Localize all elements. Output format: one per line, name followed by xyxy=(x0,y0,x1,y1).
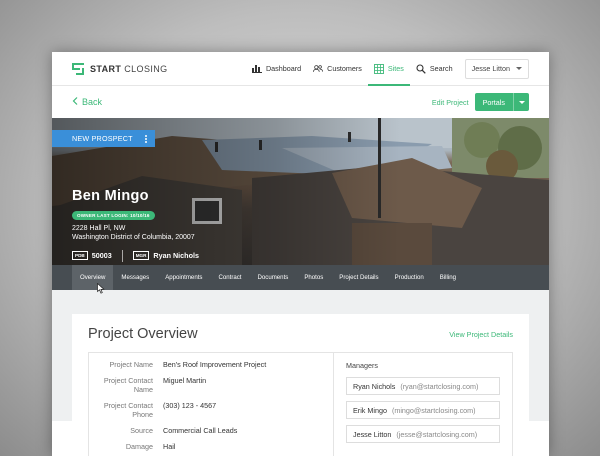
manager-name: Jesse Litton xyxy=(353,429,392,439)
mgr-value: Ryan Nichols xyxy=(153,251,199,260)
nav-sites-label: Sites xyxy=(387,64,404,73)
nav-sites[interactable]: Sites xyxy=(367,52,410,86)
tab-overview[interactable]: Overview xyxy=(72,265,114,290)
logo-text: START CLOSING xyxy=(90,63,168,74)
logo[interactable]: START CLOSING xyxy=(72,62,168,75)
tab-production[interactable]: Production xyxy=(387,265,432,290)
nav-customers-label: Customers xyxy=(327,64,362,73)
nav-dashboard-label: Dashboard xyxy=(265,64,302,73)
manager-email: (mingo@startclosing.com) xyxy=(391,405,476,415)
card-header: Project Overview View Project Details xyxy=(88,326,513,342)
hero-meta: PDB 50003 MGR Ryan Nichols xyxy=(72,249,199,262)
field-value: Miguel Martin xyxy=(163,376,207,385)
nav-search[interactable]: Search xyxy=(410,52,459,86)
top-nav: START CLOSING Dashboard Customers Sites xyxy=(52,52,549,86)
logo-icon xyxy=(72,62,84,75)
field-label: Project Contact Phone xyxy=(103,401,153,419)
tab-appointments[interactable]: Appointments xyxy=(157,265,210,290)
last-login-badge: OWNER LAST LOGIN: 10/10/16 xyxy=(72,211,155,220)
pdb-tag: PDB xyxy=(72,251,88,260)
managers-title: Managers xyxy=(346,361,378,370)
customer-address: 2228 Hall Pl, NW Washington District of … xyxy=(72,225,199,243)
app-window: START CLOSING Dashboard Customers Sites xyxy=(52,52,549,456)
edit-project-link[interactable]: Edit Project xyxy=(432,98,469,107)
mgr-tag: MGR xyxy=(132,251,150,260)
field-row: Project Name Ben's Roof Improvement Proj… xyxy=(89,360,333,369)
field-label: Damage xyxy=(125,442,153,451)
overview-grid: Project Name Ben's Roof Improvement Proj… xyxy=(88,352,513,456)
field-row: Source Commercial Call Leads xyxy=(89,426,333,435)
field-value: Hail xyxy=(163,442,176,451)
tab-documents[interactable]: Documents xyxy=(249,265,296,290)
tab-photos[interactable]: Photos xyxy=(296,265,331,290)
back-label: Back xyxy=(82,97,103,107)
project-fields: Project Name Ben's Roof Improvement Proj… xyxy=(89,353,333,456)
chevron-left-icon xyxy=(72,97,78,107)
field-value: (303) 123 - 4567 xyxy=(163,401,217,410)
tab-billing[interactable]: Billing xyxy=(432,265,464,290)
field-label: Source xyxy=(130,426,153,435)
project-overview-card: Project Overview View Project Details Pr… xyxy=(72,314,529,456)
field-row: Project Contact Name Miguel Martin xyxy=(89,376,333,394)
tab-project-details[interactable]: Project Details xyxy=(331,265,386,290)
chevron-down-icon xyxy=(516,67,522,70)
portals-button[interactable]: Portals xyxy=(474,93,529,111)
user-dropdown[interactable]: Jesse Litton xyxy=(464,58,529,79)
tab-messages[interactable]: Messages xyxy=(113,265,157,290)
manager-name: Erik Mingo xyxy=(353,405,387,415)
tab-contract[interactable]: Contract xyxy=(210,265,249,290)
pdb-value: 50003 xyxy=(91,251,112,260)
manager-item[interactable]: Erik Mingo (mingo@startclosing.com) xyxy=(346,401,500,419)
bar-chart-icon xyxy=(251,64,262,74)
manager-item[interactable]: Jesse Litton (jesse@startclosing.com) xyxy=(346,425,500,443)
customer-name: Ben Mingo xyxy=(72,188,149,204)
status-badge-label: NEW PROSPECT xyxy=(72,134,133,143)
address-line-1: 2228 Hall Pl, NW xyxy=(72,225,126,232)
manager-email: (ryan@startclosing.com) xyxy=(400,381,479,391)
main-nav: Dashboard Customers Sites Search Jesse L… xyxy=(246,52,529,86)
field-row: Project Contact Phone (303) 123 - 4567 xyxy=(89,401,333,419)
project-tabs: Overview Messages Appointments Contract … xyxy=(52,265,549,290)
field-label: Project Contact Name xyxy=(103,376,153,394)
grid-icon xyxy=(373,63,384,74)
customer-info: Ben Mingo OWNER LAST LOGIN: 10/10/16 222… xyxy=(72,188,199,262)
page-title: Project Overview xyxy=(88,326,198,342)
field-label: Project Name xyxy=(109,360,153,369)
sub-actions: Edit Project Portals xyxy=(432,93,529,111)
back-link[interactable]: Back xyxy=(72,97,102,107)
search-icon xyxy=(416,63,426,74)
kebab-menu-icon[interactable] xyxy=(144,134,147,143)
portals-label: Portals xyxy=(482,97,505,107)
mouse-cursor-icon xyxy=(97,283,105,294)
status-badge[interactable]: NEW PROSPECT xyxy=(52,130,155,147)
user-name: Jesse Litton xyxy=(471,64,510,73)
main-content: Project Overview View Project Details Pr… xyxy=(52,290,549,456)
sub-bar: Back Edit Project Portals xyxy=(52,86,549,118)
meta-divider xyxy=(121,249,123,262)
managers-panel: Managers Ryan Nichols (ryan@startclosing… xyxy=(333,353,512,456)
chevron-down-icon xyxy=(518,100,525,104)
field-row: Damage Hail xyxy=(89,442,333,451)
manager-item[interactable]: Ryan Nichols (ryan@startclosing.com) xyxy=(346,377,500,395)
portals-dropdown-toggle[interactable] xyxy=(513,93,529,111)
nav-search-label: Search xyxy=(429,64,453,73)
users-icon xyxy=(313,64,324,74)
project-hero: NEW PROSPECT Ben Mingo OWNER LAST LOGIN:… xyxy=(52,118,549,265)
field-value: Commercial Call Leads xyxy=(163,426,238,435)
nav-customers[interactable]: Customers xyxy=(307,52,368,86)
address-line-2: Washington District of Columbia, 20007 xyxy=(72,233,195,241)
view-details-link[interactable]: View Project Details xyxy=(449,330,513,339)
manager-email: (jesse@startclosing.com) xyxy=(396,429,478,439)
manager-name: Ryan Nichols xyxy=(353,381,396,391)
field-value: Ben's Roof Improvement Project xyxy=(163,360,267,369)
nav-dashboard[interactable]: Dashboard xyxy=(246,52,307,86)
